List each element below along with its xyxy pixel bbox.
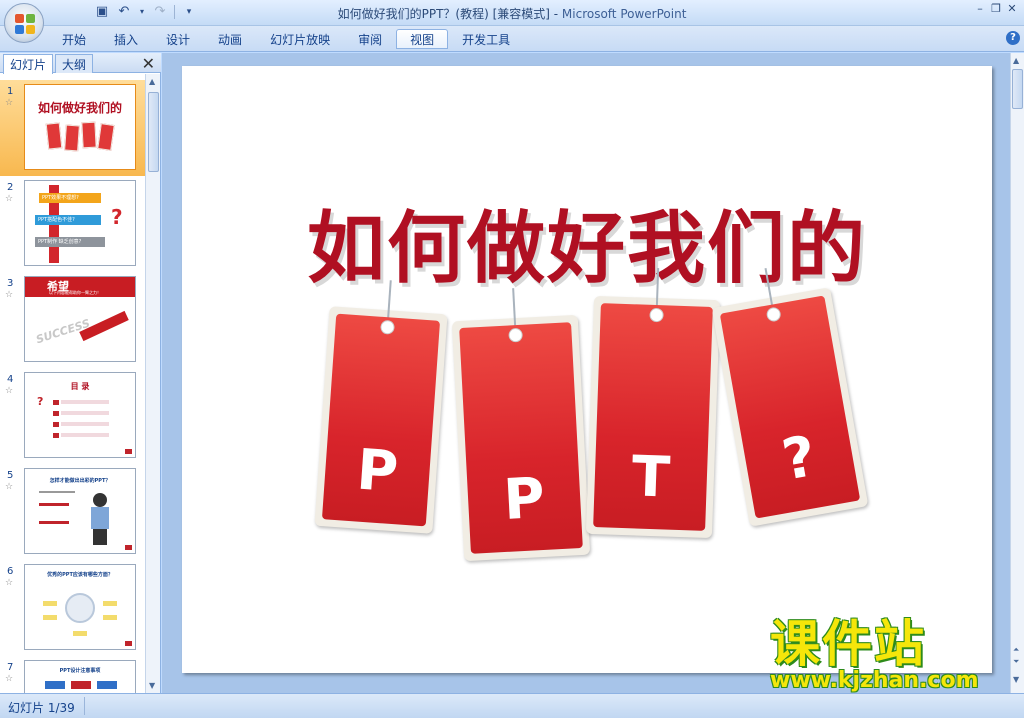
restore-icon[interactable]: ❐	[990, 3, 1002, 15]
window-controls: – ❐ ✕	[974, 3, 1018, 15]
animation-star-icon: ☆	[5, 674, 14, 684]
close-panel-icon[interactable]: ✕	[142, 54, 155, 73]
animation-star-icon: ☆	[5, 482, 14, 492]
status-bar: 幻灯片 1/39	[0, 693, 1024, 718]
tab-design[interactable]: 设计	[152, 29, 204, 49]
scroll-thumb[interactable]	[148, 92, 159, 172]
watermark-url: www.kjzhan.com	[770, 668, 979, 693]
ppt-tag-4[interactable]: ?	[711, 267, 869, 527]
close-icon[interactable]: ✕	[1006, 3, 1018, 15]
slide-scrollbar[interactable]: ▲ ⏶ ⏷ ▼	[1010, 53, 1024, 693]
animation-star-icon: ☆	[5, 386, 14, 396]
animation-star-icon: ☆	[5, 290, 14, 300]
tag-letter: P	[502, 465, 547, 533]
slide-thumbnail[interactable]: 目 录 ?	[24, 372, 136, 458]
app-name: Microsoft PowerPoint	[561, 7, 687, 21]
thumbnail-list: 1 ☆ 如何做好我们的 2 ☆ PPT效果不理想? PPT搭配色不佳? PPT制…	[0, 74, 145, 693]
title-bar: ▣ ↶ ▾ ↷ ▾ 如何做好我们的PPT？(教程) [兼容模式] - Micro…	[0, 0, 1024, 26]
minimize-icon[interactable]: –	[974, 3, 986, 15]
window-title: 如何做好我们的PPT？(教程) [兼容模式] - Microsoft Power…	[0, 5, 1024, 22]
tab-insert[interactable]: 插入	[100, 29, 152, 49]
slide-number: 4	[7, 374, 14, 385]
thumbnail-row-6[interactable]: 6 ☆ 优秀的PPT应该有哪些方面？	[0, 560, 145, 656]
ribbon: 开始 插入 设计 动画 幻灯片放映 审阅 视图 开发工具 ?	[0, 26, 1024, 52]
scroll-down-icon[interactable]: ▼	[149, 681, 155, 690]
ring-icon	[65, 593, 95, 623]
tab-slideshow[interactable]: 幻灯片放映	[256, 29, 344, 49]
slide-number: 5	[7, 470, 14, 481]
thumbnail-row-2[interactable]: 2 ☆ PPT效果不理想? PPT搭配色不佳? PPT制作 缺乏创意? ?	[0, 176, 145, 272]
watermark-text: 课件站	[770, 615, 926, 673]
ppt-tag-2[interactable]: P	[451, 288, 591, 562]
ppt-tag-1[interactable]: P	[314, 280, 448, 534]
tab-review[interactable]: 审阅	[344, 29, 396, 49]
person-icon	[93, 493, 107, 507]
slide-thumbnail[interactable]: 希望 以下内容能帮助你一臂之力！ SUCCESS	[24, 276, 136, 362]
thumbnail-row-7[interactable]: 7 ☆ PPT设计注意事项	[0, 656, 145, 693]
slide-number: 6	[7, 566, 14, 577]
scroll-thumb[interactable]	[1012, 69, 1023, 109]
office-button[interactable]	[4, 3, 44, 43]
tag-letter: T	[630, 444, 672, 511]
tab-view[interactable]: 视图	[396, 29, 449, 49]
question-mark-icon: ?	[111, 205, 123, 229]
ribbon-tabs: 开始 插入 设计 动画 幻灯片放映 审阅 视图 开发工具	[48, 29, 524, 49]
scroll-up-icon[interactable]: ▲	[1013, 56, 1019, 65]
slide-thumbnail[interactable]: 怎样才能做出出彩的PPT？	[24, 468, 136, 554]
scroll-down-icon[interactable]: ▼	[1013, 675, 1019, 684]
tab-home[interactable]: 开始	[48, 29, 100, 49]
slide-thumbnail[interactable]: 如何做好我们的	[24, 84, 136, 170]
tab-developer[interactable]: 开发工具	[448, 29, 524, 49]
thumbnail-row-4[interactable]: 4 ☆ 目 录 ?	[0, 368, 145, 464]
slide-thumbnail[interactable]: 优秀的PPT应该有哪些方面？	[24, 564, 136, 650]
next-slide-icon[interactable]: ⏷	[1013, 657, 1019, 667]
tab-animations[interactable]: 动画	[204, 29, 256, 49]
animation-star-icon: ☆	[5, 98, 14, 108]
previous-slide-icon[interactable]: ⏶	[1013, 645, 1019, 655]
tab-slides[interactable]: 幻灯片	[3, 54, 54, 74]
current-slide[interactable]: 如何做好我们的 P P T ?	[182, 66, 992, 673]
tag-letter: P	[354, 437, 401, 506]
slide-thumbnail[interactable]: PPT效果不理想? PPT搭配色不佳? PPT制作 缺乏创意? ?	[24, 180, 136, 266]
tab-outline[interactable]: 大纲	[55, 54, 94, 73]
panel-tabs: 幻灯片 大纲 ✕	[0, 53, 161, 74]
slide-number: 2	[7, 182, 14, 193]
slide-editing-area: 如何做好我们的 P P T ?	[162, 53, 1010, 693]
animation-star-icon: ☆	[5, 194, 14, 204]
ppt-tag-3[interactable]: T	[585, 268, 721, 539]
thumbnail-scrollbar[interactable]: ▲ ▼	[145, 74, 160, 693]
slides-panel: 幻灯片 大纲 ✕ 1 ☆ 如何做好我们的 2 ☆ PPT效果不理想? PPT搭配…	[0, 53, 161, 693]
watermark: 课件站 www.kjzhan.com	[770, 618, 1010, 692]
thumbnail-row-1[interactable]: 1 ☆ 如何做好我们的	[0, 80, 145, 176]
office-logo-icon	[15, 14, 35, 34]
scroll-up-icon[interactable]: ▲	[149, 77, 155, 86]
animation-star-icon: ☆	[5, 578, 14, 588]
slide-number: 7	[7, 662, 14, 673]
thumb-title: 如何做好我们的	[37, 101, 122, 115]
slide-number: 1	[7, 86, 14, 97]
slide-indicator: 幻灯片 1/39	[8, 701, 75, 715]
thumbnail-row-5[interactable]: 5 ☆ 怎样才能做出出彩的PPT？	[0, 464, 145, 560]
help-icon[interactable]: ?	[1006, 31, 1020, 45]
slide-thumbnail[interactable]: PPT设计注意事项	[24, 660, 136, 693]
document-title: 如何做好我们的PPT？(教程) [兼容模式] -	[337, 7, 562, 21]
slide-number: 3	[7, 278, 14, 289]
thumbnail-row-3[interactable]: 3 ☆ 希望 以下内容能帮助你一臂之力！ SUCCESS	[0, 272, 145, 368]
slide-title[interactable]: 如何做好我们的	[182, 186, 992, 298]
